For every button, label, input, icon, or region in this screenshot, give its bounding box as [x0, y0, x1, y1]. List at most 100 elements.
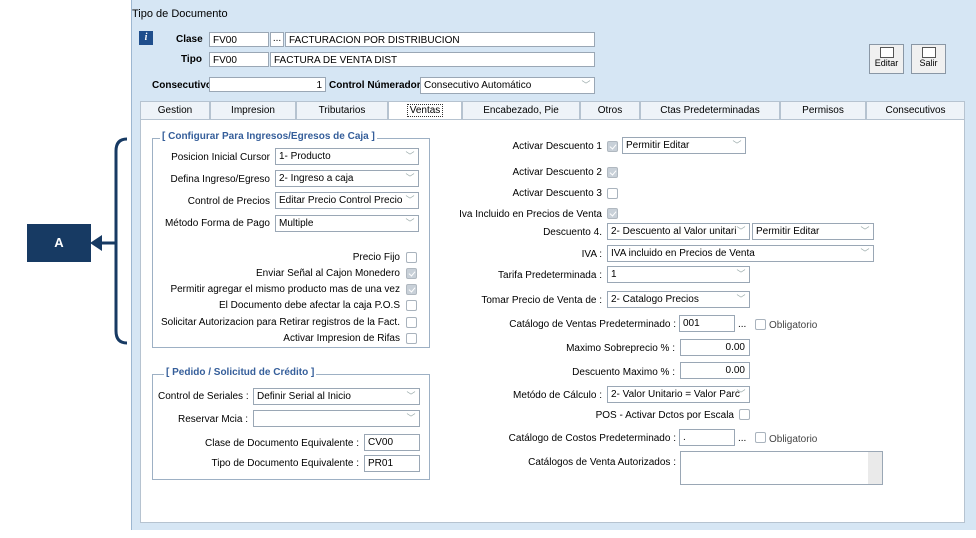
- consecutivo-label: Consecutivo: [152, 80, 213, 91]
- editar-button[interactable]: Editar: [869, 44, 904, 74]
- precio-fijo-checkbox[interactable]: [406, 252, 417, 263]
- catalogo-costos-lookup-button[interactable]: ...: [738, 433, 746, 444]
- descuento4-value: 2- Descuento al Valor unitari: [611, 226, 737, 237]
- descuento-maximo-field[interactable]: 0.00: [680, 362, 750, 379]
- tomar-precio-select[interactable]: 2- Catalogo Precios ﹀: [607, 291, 750, 308]
- descuento4-mode-select[interactable]: Permitir Editar ﹀: [752, 223, 874, 240]
- tab-label: Ventas: [406, 104, 444, 117]
- obligatorio-label: Obligatorio: [769, 320, 818, 331]
- info-icon[interactable]: i: [139, 31, 153, 45]
- tipo-equiv-field[interactable]: PR01: [364, 455, 420, 472]
- edit-icon: [879, 47, 894, 58]
- cajon-monedero-checkbox[interactable]: [406, 268, 417, 279]
- chevron-down-icon: ﹀: [736, 269, 746, 279]
- forma-pago-label: Método Forma de Pago: [164, 218, 270, 229]
- tab-consecutivos[interactable]: Consecutivos: [866, 101, 965, 120]
- clase-code-field[interactable]: FV00: [209, 32, 269, 47]
- clase-description-field[interactable]: FACTURACION POR DISTRIBUCION: [285, 32, 595, 47]
- iva-incluido-label: Iva Incluido en Precios de Venta: [459, 209, 602, 220]
- tab-otros[interactable]: Otros: [580, 101, 640, 120]
- forma-pago-select[interactable]: Multiple ﹀: [275, 215, 419, 232]
- annotation-a-label: A: [27, 224, 91, 262]
- ingreso-select[interactable]: 2- Ingreso a caja ﹀: [275, 170, 419, 187]
- editar-label: Editar: [874, 58, 899, 68]
- descuento-maximo-label: Descuento Maximo % :: [572, 367, 675, 378]
- descuento3-checkbox[interactable]: [607, 188, 618, 199]
- salir-button[interactable]: Salir: [911, 44, 946, 74]
- tab-ventas[interactable]: Ventas: [388, 101, 462, 121]
- descuento4-mode-value: Permitir Editar: [756, 226, 820, 237]
- descuento1-checkbox[interactable]: [607, 141, 618, 152]
- pos-escala-checkbox[interactable]: [739, 409, 750, 420]
- pos-escala-label: POS - Activar Dctos por Escala: [595, 410, 734, 421]
- pedido-title: [ Pedido / Solicitud de Crédito ]: [164, 367, 317, 378]
- afectar-caja-checkbox[interactable]: [406, 300, 417, 311]
- chevron-down-icon: ﹀: [736, 226, 746, 236]
- tab-tributarios[interactable]: Tributarios: [296, 101, 388, 120]
- clase-equiv-label: Clase de Documento Equivalente :: [205, 438, 359, 449]
- tab-encabezado-pie[interactable]: Encabezado, Pie: [462, 101, 580, 120]
- descuento2-checkbox[interactable]: [607, 167, 618, 178]
- control-numerador-value: Consecutivo Automático: [424, 80, 532, 91]
- tomar-precio-value: 2- Catalogo Precios: [611, 294, 699, 305]
- mismo-producto-checkbox[interactable]: [406, 284, 417, 295]
- tarifa-label: Tarifa Predeterminada :: [498, 270, 602, 281]
- iva-incluido-checkbox[interactable]: [607, 208, 618, 219]
- mismo-producto-label: Permitir agregar el mismo producto mas d…: [170, 284, 400, 295]
- reservar-select[interactable]: ﹀: [253, 410, 420, 427]
- solicitar-autorizacion-checkbox[interactable]: [406, 317, 417, 328]
- posicion-label: Posicion Inicial Cursor: [171, 152, 270, 163]
- clase-label: Clase: [176, 34, 203, 45]
- descuento1-label: Activar Descuento 1: [512, 141, 603, 152]
- tab-label: Consecutivos: [885, 105, 946, 116]
- tab-label: Gestion: [157, 105, 193, 116]
- descuento4-select[interactable]: 2- Descuento al Valor unitari ﹀: [607, 223, 750, 240]
- descuento3-label: Activar Descuento 3: [512, 188, 603, 199]
- obligatorio-checkbox[interactable]: [755, 319, 766, 330]
- clase-lookup-button[interactable]: ...: [270, 32, 284, 47]
- list-scrollbar[interactable]: [868, 452, 882, 484]
- reservar-label: Reservar Mcia :: [177, 414, 248, 425]
- posicion-value: 1- Producto: [279, 151, 331, 162]
- max-sobreprecio-field[interactable]: 0.00: [680, 339, 750, 356]
- clase-equiv-field[interactable]: CV00: [364, 434, 420, 451]
- precios-select[interactable]: Editar Precio Control Precio ﹀: [275, 192, 419, 209]
- seriales-value: Definir Serial al Inicio: [257, 391, 351, 402]
- tarifa-select[interactable]: 1 ﹀: [607, 266, 750, 283]
- iva-select[interactable]: IVA incluido en Precios de Venta ﹀: [607, 245, 874, 262]
- tab-gestion[interactable]: Gestion: [140, 101, 210, 120]
- descuento4-label: Descuento 4.: [543, 227, 602, 238]
- descuento2-label: Activar Descuento 2: [512, 167, 603, 178]
- tab-impresion[interactable]: Impresion: [210, 101, 296, 120]
- chevron-down-icon: ﹀: [406, 391, 416, 401]
- rifas-checkbox[interactable]: [406, 333, 417, 344]
- catalogo-costos-field[interactable]: .: [679, 429, 735, 446]
- catalogo-ventas-lookup-button[interactable]: ...: [738, 319, 746, 330]
- tab-permisos[interactable]: Permisos: [780, 101, 866, 120]
- salir-label: Salir: [919, 58, 938, 68]
- chevron-down-icon: ﹀: [405, 195, 415, 205]
- tipo-code-field[interactable]: FV00: [209, 52, 269, 67]
- cajon-monedero-label: Enviar Señal al Cajon Monedero: [256, 268, 400, 279]
- catalogo-ventas-label: Catálogo de Ventas Predeterminado :: [509, 319, 676, 330]
- catalogo-ventas-field[interactable]: 001: [679, 315, 735, 332]
- chevron-down-icon: ﹀: [736, 389, 746, 399]
- catalogos-autorizados-list[interactable]: [680, 451, 883, 485]
- tab-ctas-predeterminadas[interactable]: Ctas Predeterminadas: [640, 101, 780, 120]
- exit-icon: [921, 47, 936, 58]
- obligatorio2-checkbox[interactable]: [755, 432, 766, 443]
- catalogos-autorizados-label: Catálogos de Venta Autorizados :: [528, 457, 676, 468]
- catalogo-costos-label: Catálogo de Costos Predeterminado :: [508, 433, 676, 444]
- tab-label: Impresion: [231, 105, 275, 116]
- tipo-description-field[interactable]: FACTURA DE VENTA DIST: [270, 52, 595, 67]
- seriales-select[interactable]: Definir Serial al Inicio ﹀: [253, 388, 420, 405]
- seriales-label: Control de Seriales :: [158, 391, 249, 402]
- posicion-select[interactable]: 1- Producto ﹀: [275, 148, 419, 165]
- control-numerador-select[interactable]: Consecutivo Automático ﹀: [420, 77, 595, 94]
- precios-value: Editar Precio Control Precio: [279, 195, 403, 206]
- ingreso-label: Defina Ingreso/Egreso: [170, 174, 270, 185]
- metodo-calculo-select[interactable]: 2- Valor Unitario = Valor Parc ﹀: [607, 386, 750, 403]
- annotation-brace: [114, 137, 128, 345]
- consecutivo-field[interactable]: 1: [209, 77, 326, 92]
- descuento1-mode-select[interactable]: Permitir Editar ﹀: [622, 137, 746, 154]
